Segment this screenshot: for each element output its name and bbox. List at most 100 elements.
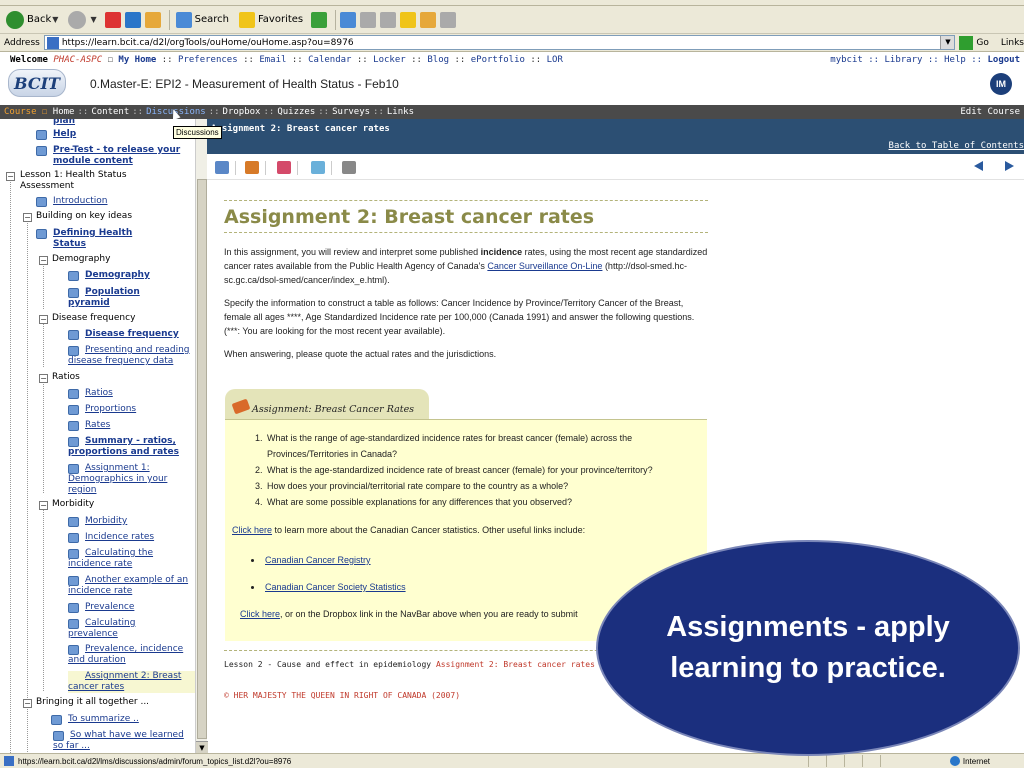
history-icon[interactable] (311, 11, 328, 28)
tree-item[interactable]: Calculating the incidence rate (68, 548, 168, 570)
forward-button[interactable]: ▼ (66, 9, 98, 31)
breadcrumb-parent[interactable]: Lesson 2 - Cause and effect in epidemiol… (224, 660, 431, 669)
tree-item[interactable]: Prevalence, incidence and duration (68, 644, 193, 666)
address-dropdown-icon[interactable]: ▼ (940, 36, 955, 49)
nav-quizzes[interactable]: Quizzes (277, 107, 315, 117)
refresh-icon[interactable] (124, 11, 141, 28)
click-here-link[interactable]: Click here (232, 525, 272, 535)
logout-link[interactable]: Logout (987, 55, 1020, 65)
forward-dropdown-icon[interactable]: ▼ (90, 15, 96, 24)
blog-link[interactable]: Blog (427, 55, 449, 65)
tree-item[interactable]: Summary - ratios, proportions and rates (68, 436, 193, 458)
tree-item[interactable]: Ratios (85, 388, 195, 399)
locker-link[interactable]: Locker (373, 55, 406, 65)
messenger-icon[interactable] (440, 11, 457, 28)
notes-icon[interactable] (277, 161, 291, 174)
mybcit-link[interactable]: mybcit (830, 55, 863, 65)
links-button[interactable]: Links (1001, 38, 1024, 48)
collapse-toggle-icon[interactable]: − (39, 374, 48, 383)
nav-content[interactable]: Content (91, 107, 129, 117)
tree-item[interactable]: Presenting and reading disease frequency… (68, 345, 193, 367)
bookmark-icon[interactable] (245, 161, 259, 174)
scrollbar-thumb[interactable] (197, 179, 207, 739)
my-home-link[interactable]: My Home (118, 55, 156, 65)
list-item: What is the range of age-standardized in… (265, 430, 707, 462)
library-link[interactable]: Library (884, 55, 922, 65)
tree-connector (43, 319, 44, 367)
address-input[interactable]: https://learn.bcit.ca/d2l/orgTools/ouHom… (43, 35, 956, 50)
tree-item[interactable]: Help (53, 129, 188, 140)
home-icon[interactable] (144, 11, 161, 28)
favorites-button[interactable]: Favorites (237, 9, 305, 31)
tree-folder[interactable]: Demography (52, 254, 187, 265)
print-topic-icon[interactable] (342, 161, 356, 174)
mail-icon[interactable] (340, 11, 357, 28)
collapse-toggle-icon[interactable]: − (23, 213, 32, 222)
zoom-icon[interactable] (215, 161, 229, 174)
tree-item[interactable]: Incidence rates (85, 532, 195, 543)
tree-connector (43, 379, 44, 493)
collapse-toggle-icon[interactable]: − (39, 256, 48, 265)
tree-item[interactable]: Calculating prevalence (68, 618, 168, 640)
edit-course-link[interactable]: Edit Course (960, 107, 1020, 117)
tree-item[interactable]: plan (53, 119, 188, 127)
email-link[interactable]: Email (259, 55, 286, 65)
previous-topic-icon[interactable] (974, 161, 983, 171)
tree-folder[interactable]: Bringing it all together ... (36, 697, 171, 708)
edit-icon[interactable] (380, 11, 397, 28)
tree-item[interactable]: Introduction (53, 196, 188, 207)
cancer-society-statistics-link[interactable]: Canadian Cancer Society Statistics (265, 582, 406, 592)
scroll-down-icon[interactable]: ▼ (196, 741, 208, 753)
tree-item[interactable]: Assignment 1: Demographics in your regio… (68, 463, 178, 496)
collapse-toggle-icon[interactable]: − (23, 699, 32, 708)
tree-item[interactable]: Population pyramid (68, 287, 168, 309)
tree-item[interactable]: To summarize .. (68, 714, 195, 725)
discuss-icon[interactable] (311, 161, 325, 174)
tree-folder[interactable]: Building on key ideas (36, 211, 171, 222)
go-button[interactable]: Go (959, 35, 989, 50)
canadian-cancer-registry-link[interactable]: Canadian Cancer Registry (265, 555, 371, 565)
research-icon[interactable] (420, 11, 437, 28)
back-button[interactable]: Back ▼ (4, 9, 60, 31)
tree-folder[interactable]: Lesson 1: Health Status Assessment (20, 170, 135, 192)
submit-click-here-link[interactable]: Click here (240, 609, 280, 619)
nav-dropbox[interactable]: Dropbox (223, 107, 261, 117)
help-link[interactable]: Help (944, 55, 966, 65)
bcit-logo[interactable]: BCIT (8, 69, 66, 97)
tree-folder[interactable]: Morbidity (52, 499, 187, 510)
back-to-toc-link[interactable]: Back to Table of Contents (889, 141, 1024, 151)
tree-item[interactable]: Assignment 2: Breast cancer rates (68, 671, 195, 693)
stop-icon[interactable] (104, 11, 121, 28)
course-menu-icon[interactable]: ☐ (37, 107, 53, 117)
print-icon[interactable] (360, 11, 377, 28)
tree-item[interactable]: Demography (85, 270, 195, 281)
folder-icon[interactable] (400, 11, 417, 28)
tree-item[interactable]: Another example of an incidence rate (68, 575, 193, 597)
next-topic-icon[interactable] (1005, 161, 1014, 171)
collapse-toggle-icon[interactable]: − (6, 172, 15, 181)
tree-item[interactable]: Defining Health Status (53, 228, 163, 250)
tree-folder[interactable]: Ratios (52, 372, 187, 383)
eportfolio-link[interactable]: ePortfolio (471, 55, 525, 65)
collapse-toggle-icon[interactable]: − (39, 501, 48, 510)
tree-item[interactable]: Morbidity (85, 516, 195, 527)
nav-links[interactable]: Links (387, 107, 414, 117)
tree-item[interactable]: Rates (85, 420, 195, 431)
instant-messaging-icon[interactable]: IM (990, 73, 1012, 95)
nav-surveys[interactable]: Surveys (332, 107, 370, 117)
tree-item[interactable]: Prevalence (85, 602, 195, 613)
preferences-link[interactable]: Preferences (178, 55, 238, 65)
lor-link[interactable]: LOR (547, 55, 563, 65)
tree-item[interactable]: Pre-Test - to release your module conten… (53, 145, 193, 167)
search-button[interactable]: Search (174, 9, 231, 31)
tree-item[interactable]: Proportions (85, 404, 195, 415)
tree-folder[interactable]: Disease frequency (52, 313, 187, 324)
tree-item[interactable]: So what have we learned so far ... (53, 730, 193, 752)
cancer-surveillance-link[interactable]: Cancer Surveillance On-Line (487, 261, 602, 271)
nav-home[interactable]: Home (53, 107, 75, 117)
calendar-link[interactable]: Calendar (308, 55, 351, 65)
tree-scrollbar[interactable]: ▼ (195, 119, 208, 753)
collapse-toggle-icon[interactable]: − (39, 315, 48, 324)
back-dropdown-icon[interactable]: ▼ (52, 15, 58, 24)
tree-item[interactable]: Disease frequency (85, 329, 195, 340)
